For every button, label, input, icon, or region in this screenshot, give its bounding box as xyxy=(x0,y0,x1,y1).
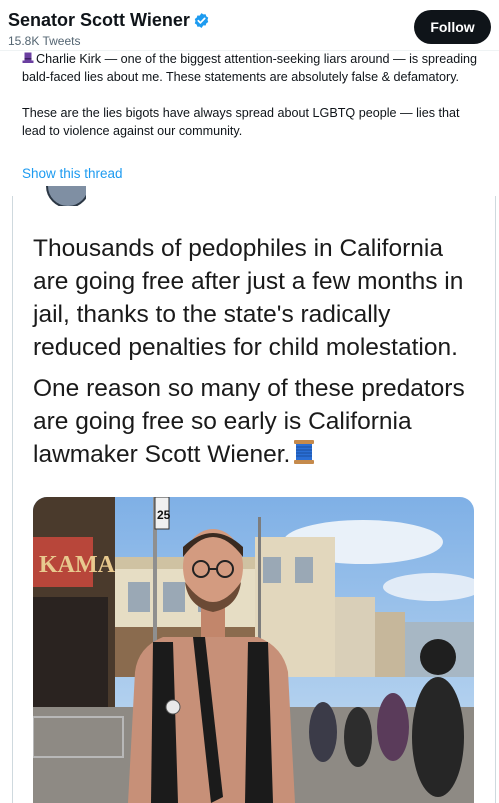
profile-header: Senator Scott Wiener 15.8K Tweets Follow xyxy=(0,0,499,51)
verified-badge-icon xyxy=(194,13,209,28)
follow-button[interactable]: Follow xyxy=(414,10,491,44)
quoted-paragraph-1: Thousands of pedophiles in California ar… xyxy=(33,235,464,361)
tweet-paragraph-1: Charlie Kirk — one of the biggest attent… xyxy=(22,50,484,86)
quoted-photo[interactable]: KAMA 25 xyxy=(33,497,474,803)
tweet-paragraph-2: These are the lies bigots have always sp… xyxy=(22,106,460,138)
quoted-paragraph-2: One reason so many of these predators ar… xyxy=(33,372,483,471)
photo-sign-text: KAMA xyxy=(39,552,116,578)
quoted-tweet-text: Thousands of pedophiles in California ar… xyxy=(33,232,483,471)
quoted-paragraph-2-text: One reason so many of these predators ar… xyxy=(33,375,465,468)
tweet-count: 15.8K Tweets xyxy=(8,34,81,48)
thread-spool-emoji-icon xyxy=(294,440,315,464)
show-thread-link[interactable]: Show this thread xyxy=(22,166,123,181)
photo-street-sign: 25 xyxy=(157,508,171,522)
profile-name[interactable]: Senator Scott Wiener xyxy=(8,10,190,31)
tweet-paragraph-1-text: Charlie Kirk — one of the biggest attent… xyxy=(22,52,478,84)
profile-name-row: Senator Scott Wiener xyxy=(8,10,210,31)
photo-scene: KAMA 25 xyxy=(33,497,474,803)
top-hat-emoji-icon xyxy=(22,52,34,63)
tweet-text: Charlie Kirk — one of the biggest attent… xyxy=(22,50,484,140)
